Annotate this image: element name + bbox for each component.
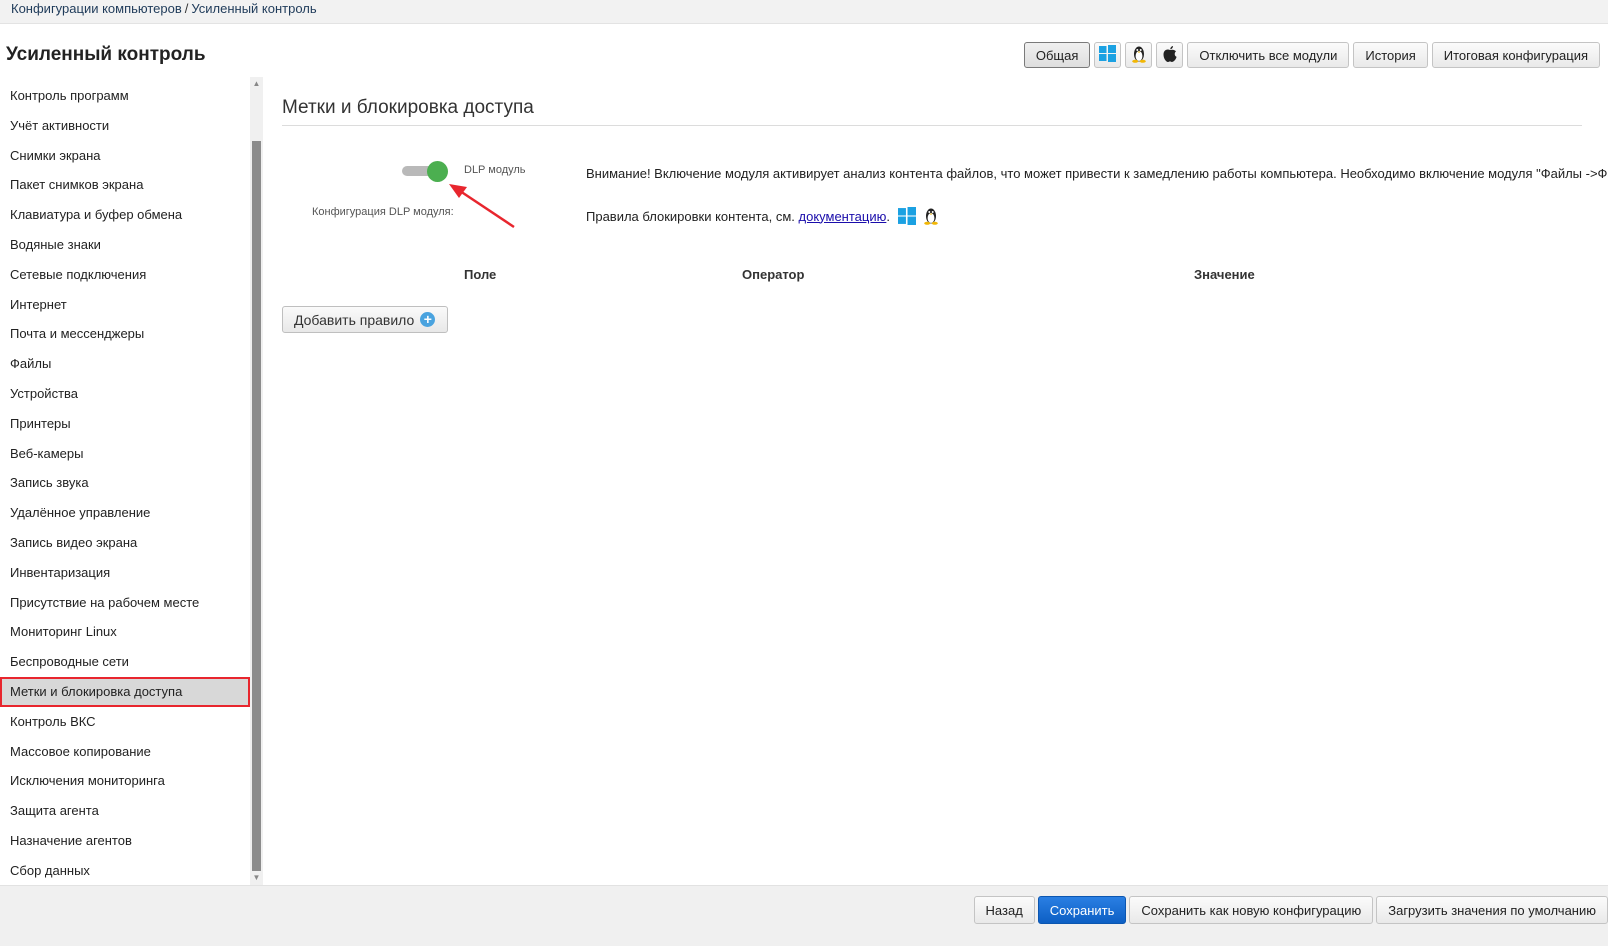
windows-button[interactable] — [1094, 42, 1122, 68]
sidebar-item[interactable]: Интернет — [0, 290, 250, 320]
sidebar-scrollbar[interactable]: ▲ ▼ — [250, 77, 263, 885]
sidebar-item[interactable]: Сетевые подключения — [0, 260, 250, 290]
save-button[interactable]: Сохранить — [1037, 896, 1127, 924]
breadcrumb: Конфигурации компьютеров / Усиленный контр… — [0, 0, 1608, 24]
breadcrumb-separator: / — [184, 1, 189, 16]
sidebar-item[interactable]: Пакет снимков экрана — [0, 170, 250, 200]
top-toolbar: Общая Отключить все модули История Итого… — [1023, 42, 1600, 68]
history-button[interactable]: История — [1353, 42, 1428, 68]
sidebar-item[interactable]: Сбор данных — [0, 856, 250, 886]
final-configuration-button[interactable]: Итоговая конфигурация — [1431, 42, 1600, 68]
sidebar-item[interactable]: Метки и блокировка доступа — [0, 676, 250, 707]
column-header-value: Значение — [1194, 267, 1255, 282]
sidebar-item[interactable]: Присутствие на рабочем месте — [0, 588, 250, 618]
sidebar-item[interactable]: Снимки экрана — [0, 141, 250, 171]
breadcrumb-link-current[interactable]: Усиленный контроль — [191, 1, 316, 16]
sidebar-item[interactable]: Водяные знаки — [0, 230, 250, 260]
breadcrumb-link-configurations[interactable]: Конфигурации компьютеров — [11, 1, 182, 16]
sidebar-item[interactable]: Удалённое управление — [0, 498, 250, 528]
sidebar-item[interactable]: Запись видео экрана — [0, 528, 250, 558]
sidebar-item[interactable]: Контроль ВКС — [0, 707, 250, 737]
section-title: Метки и блокировка доступа — [282, 97, 534, 118]
save-as-new-config-button[interactable]: Сохранить как новую конфигурацию — [1129, 896, 1374, 924]
linux-icon — [1131, 45, 1147, 66]
sidebar-item[interactable]: Инвентаризация — [0, 558, 250, 588]
dlp-config-label: Конфигурация DLP модуля: — [312, 206, 454, 218]
sidebar-item[interactable]: Файлы — [0, 349, 250, 379]
sidebar-item[interactable]: Учёт активности — [0, 111, 250, 141]
disable-all-modules-button[interactable]: Отключить все модули — [1187, 42, 1350, 68]
sidebar-item[interactable]: Устройства — [0, 379, 250, 409]
sidebar-item[interactable]: Защита агента — [0, 796, 250, 826]
apple-icon — [1162, 45, 1178, 66]
red-arrow-annotation — [449, 184, 515, 229]
section-divider — [282, 125, 1582, 126]
sidebar-item[interactable]: Мониторинг Linux — [0, 617, 250, 647]
sidebar-item[interactable]: Запись звука — [0, 468, 250, 498]
plus-circle-icon: + — [420, 312, 436, 327]
documentation-link[interactable]: документацию — [799, 209, 887, 224]
scroll-down-icon[interactable]: ▼ — [250, 871, 263, 885]
rules-suffix: . — [886, 208, 890, 224]
windows-icon — [1099, 45, 1117, 65]
add-rule-button[interactable]: Добавить правило + — [282, 306, 448, 333]
dlp-module-label: DLP модуль — [464, 164, 526, 176]
sidebar-item[interactable]: Контроль программ — [0, 81, 250, 111]
sidebar-item[interactable]: Почта и мессенджеры — [0, 319, 250, 349]
rules-line: Правила блокировки контента, см. докумен… — [586, 207, 939, 225]
back-button[interactable]: Назад — [973, 896, 1035, 924]
linux-button[interactable] — [1125, 42, 1153, 68]
apple-button[interactable] — [1156, 42, 1184, 68]
column-header-operator: Оператор — [742, 267, 805, 282]
page-title: Усиленный контроль — [6, 44, 206, 65]
sidebar-list: Контроль программ Учёт активности Снимки э… — [0, 81, 250, 886]
sidebar-item[interactable]: Клавиатура и буфер обмена — [0, 200, 250, 230]
sidebar-item[interactable]: Веб-камеры — [0, 439, 250, 469]
footer-bar: Назад Сохранить Сохранить как новую конф… — [0, 885, 1608, 946]
dlp-warning-text: Внимание! Включение модуля активирует ан… — [586, 166, 1608, 181]
sidebar-item[interactable]: Принтеры — [0, 409, 250, 439]
sidebar-item[interactable]: Назначение агентов — [0, 826, 250, 856]
linux-icon[interactable] — [923, 207, 939, 225]
windows-icon[interactable] — [897, 207, 916, 225]
sidebar-item[interactable]: Исключения мониторинга — [0, 766, 250, 796]
scrollbar-thumb[interactable] — [252, 141, 261, 871]
column-header-field: Поле — [464, 267, 497, 282]
footer-buttons: Назад Сохранить Сохранить как новую конф… — [973, 896, 1608, 924]
sidebar: Контроль программ Учёт активности Снимки э… — [0, 77, 264, 908]
sidebar-item[interactable]: Беспроводные сети — [0, 647, 250, 677]
sidebar-item[interactable]: Массовое копирование — [0, 737, 250, 767]
rules-prefix: Правила блокировки контента, см. — [586, 208, 795, 224]
scroll-up-icon[interactable]: ▲ — [250, 77, 263, 91]
load-defaults-button[interactable]: Загрузить значения по умолчанию — [1376, 896, 1608, 924]
add-rule-label: Добавить правило — [294, 311, 415, 328]
general-button[interactable]: Общая — [1023, 42, 1091, 68]
